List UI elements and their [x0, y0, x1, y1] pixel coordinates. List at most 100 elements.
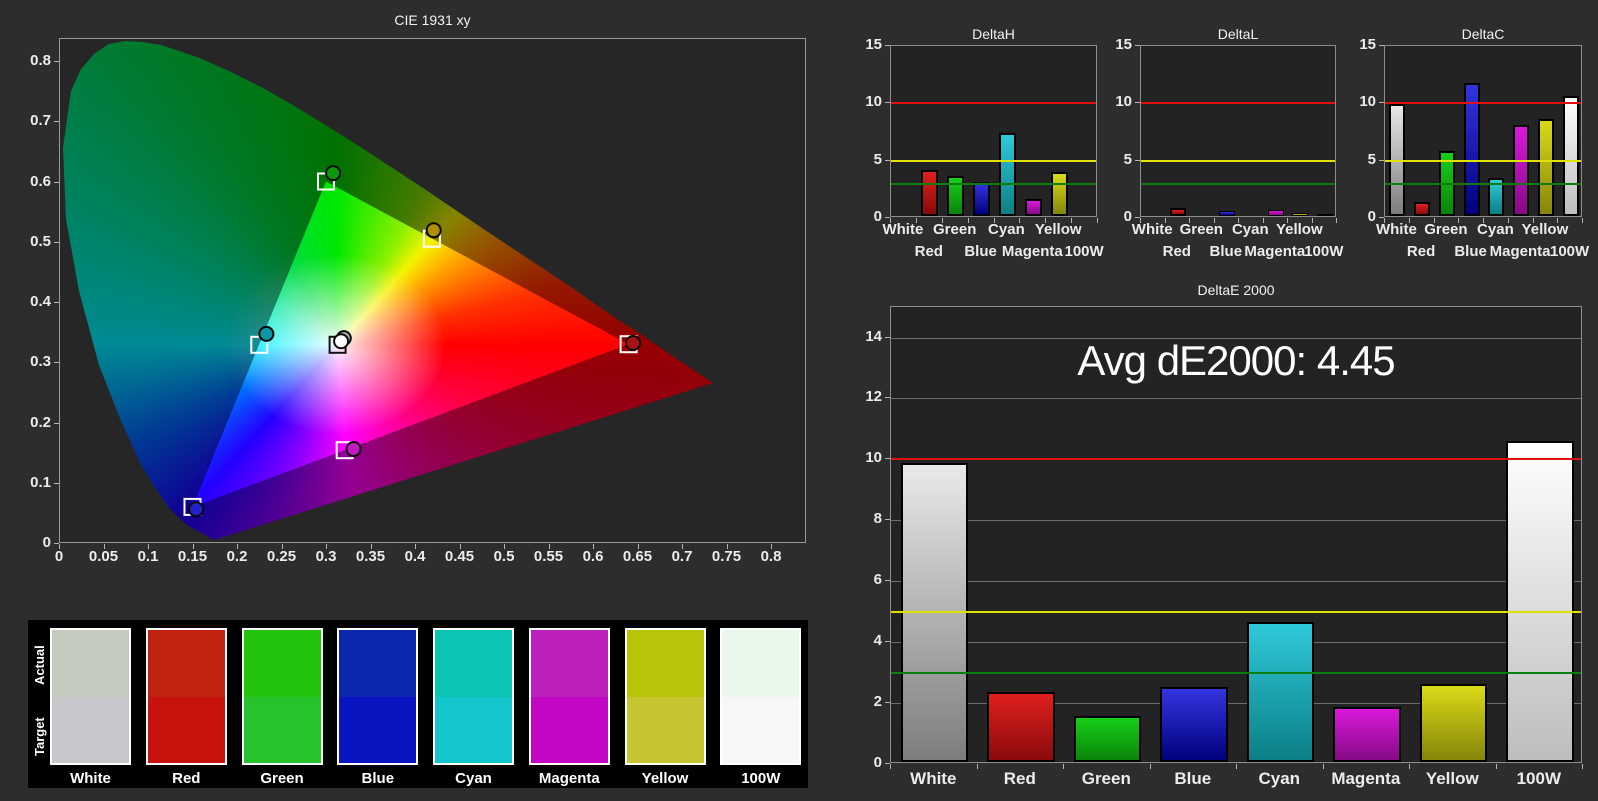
- bar-white: [900, 463, 968, 762]
- x-tickmark-1: [976, 764, 978, 769]
- y-tickmark-10: [885, 102, 890, 104]
- x-label-100w: 100W: [1064, 243, 1104, 260]
- x-tickmark-3: [1149, 764, 1151, 769]
- cie-chart-title: CIE 1931 xy: [394, 12, 471, 28]
- y-tickmark-12: [885, 397, 890, 399]
- swatch-actual-green: [243, 630, 321, 697]
- x-tickmark-6: [1409, 764, 1410, 769]
- swatch-green: [241, 628, 323, 765]
- deltae2000-chart-title: DeltaE 2000: [1197, 282, 1275, 298]
- target-row-label: Target: [32, 717, 47, 757]
- x-label-green: Green: [1081, 769, 1131, 788]
- x-tickmark-3: [1213, 218, 1215, 223]
- bar-yellow: [1419, 684, 1487, 762]
- y-tick-2: 2: [873, 693, 882, 711]
- swatch-white: [50, 628, 131, 765]
- x-tickmark-0: [1140, 218, 1141, 223]
- cie-y-tick-0.8: 0.8: [30, 52, 51, 69]
- y-tick-10: 10: [1115, 93, 1132, 111]
- cie-y-tickmark-0: [54, 543, 59, 544]
- y-tick-0: 0: [1123, 208, 1132, 225]
- deltal-plot-area: [1140, 45, 1336, 217]
- swatch-label-red: Red: [172, 770, 201, 787]
- bar-blue: [1218, 210, 1235, 216]
- swatch-blue: [337, 628, 419, 765]
- measured-marker-magenta: [345, 441, 362, 457]
- x-tickmark-5: [1507, 218, 1509, 223]
- bar-blue: [973, 181, 991, 216]
- y-tick-5: 5: [873, 150, 882, 168]
- swatch-label-green: Green: [260, 770, 304, 787]
- swatch-label-yellow: Yellow: [641, 770, 689, 787]
- threshold-line-3: [891, 182, 1096, 185]
- swatch-target-yellow: [626, 696, 704, 763]
- x-tickmark-2: [1433, 218, 1435, 223]
- x-tickmark-1: [1408, 218, 1410, 223]
- bar-red: [1414, 202, 1431, 216]
- x-tickmark-0: [890, 218, 891, 223]
- cie-x-tick-0.6: 0.6: [582, 548, 604, 565]
- y-tickmark-8: [885, 519, 890, 521]
- cie-y-tick-0.7: 0.7: [30, 112, 51, 130]
- y-tickmark-10: [1379, 102, 1384, 104]
- cie-x-tick-0.8: 0.8: [760, 548, 782, 565]
- threshold-line-5: [891, 159, 1096, 162]
- x-tickmark-2: [1063, 764, 1064, 769]
- cie-y-tick-0.1: 0.1: [30, 473, 51, 491]
- y-tickmark-6: [885, 580, 890, 582]
- cie-x-tick-0.15: 0.15: [177, 548, 208, 565]
- cie-x-tick-0.35: 0.35: [355, 548, 386, 565]
- swatch-target-red: [147, 696, 225, 763]
- bar-blue: [1160, 687, 1228, 762]
- gridline-12: [891, 398, 1581, 400]
- y-tick-12: 12: [865, 388, 882, 406]
- deltae2000-chart-panel: DeltaE 2000 Avg dE2000: 4.45 White Red Gre…: [865, 282, 1583, 788]
- y-tick-5: 5: [1123, 150, 1132, 168]
- x-tickmark-5: [1262, 218, 1264, 223]
- bar-100w: [1562, 95, 1579, 216]
- y-tick-14: 14: [865, 327, 882, 345]
- x-tickmark-6: [1287, 218, 1288, 223]
- threshold-line-10: [1385, 102, 1581, 105]
- x-tickmark-8: [1582, 764, 1583, 769]
- cie-chart-panel: CIE 1931 xy 0 0.05 0.1 0.15 0.2 0.25 0.3 0.35 0.…: [30, 12, 806, 565]
- x-label-yellow: Yellow: [1275, 221, 1323, 238]
- bar-100w: [1506, 440, 1574, 762]
- measured-marker-100w: [333, 333, 350, 350]
- x-tickmark-3: [1458, 218, 1460, 223]
- deltah-chart-panel: DeltaH White Red Green Blue Cyan Magenta Yello…: [865, 26, 1103, 260]
- threshold-line-5: [1385, 159, 1581, 162]
- y-tick-15: 15: [1115, 36, 1132, 53]
- bar-yellow: [1537, 118, 1554, 216]
- y-tick-0: 0: [873, 208, 882, 225]
- swatch-target-magenta: [530, 696, 608, 763]
- y-tickmark-15: [885, 45, 890, 46]
- x-tickmark-7: [1557, 218, 1559, 223]
- threshold-line-10: [1141, 102, 1335, 105]
- y-tickmark-10: [885, 458, 890, 460]
- bar-magenta: [1513, 125, 1530, 216]
- y-tick-10: 10: [1359, 93, 1376, 111]
- x-label-yellow: Yellow: [1034, 221, 1082, 238]
- swatch-yellow: [624, 628, 706, 765]
- avg-de2000-annotation: Avg dE2000: 4.45: [1077, 337, 1395, 384]
- x-tickmark-2: [941, 218, 943, 223]
- y-tickmark-10: [1135, 102, 1140, 104]
- x-tickmark-7: [1311, 218, 1313, 223]
- x-tickmark-7: [1071, 218, 1073, 223]
- x-tickmark-3: [967, 218, 969, 223]
- y-tick-0: 0: [873, 754, 882, 771]
- swatch-target-100w: [722, 696, 800, 763]
- swatch-target-blue: [339, 696, 417, 763]
- cie-x-tick-0.5: 0.5: [493, 548, 515, 565]
- color-swatch-panel: Actual Target White Red Green Blue Cyan Magen…: [28, 620, 808, 788]
- gridline-4: [891, 642, 1581, 644]
- bar-red: [987, 691, 1055, 762]
- bar-magenta: [1024, 198, 1042, 216]
- swatch-label-cyan: Cyan: [455, 770, 492, 787]
- x-label-100w: 100W: [1550, 243, 1590, 260]
- y-tickmark-5: [1379, 159, 1384, 161]
- y-tick-4: 4: [873, 632, 882, 650]
- measured-marker-red: [625, 335, 642, 351]
- x-tickmark-1: [915, 218, 917, 223]
